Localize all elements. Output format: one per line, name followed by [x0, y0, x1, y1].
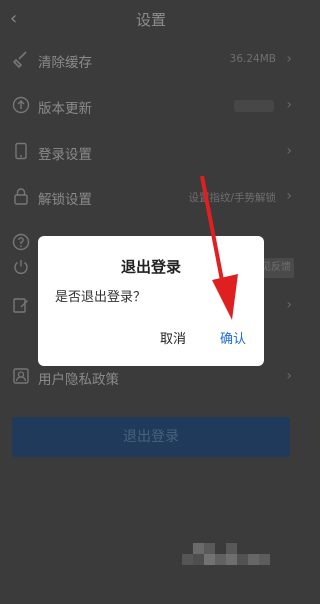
red-arrow-annotation	[200, 175, 238, 320]
